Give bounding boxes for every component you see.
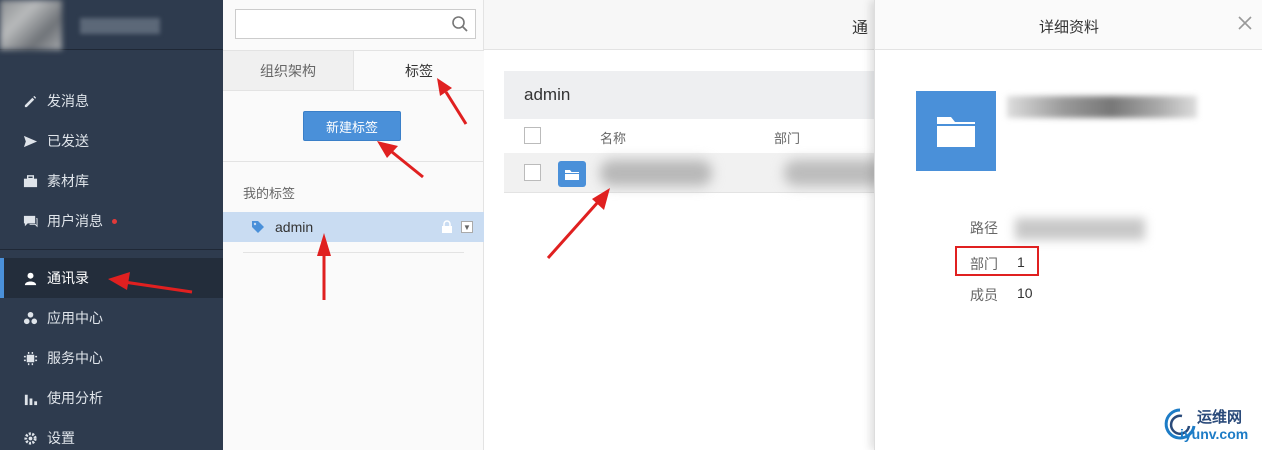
sidebar-divider (0, 249, 223, 250)
sidebar-item-label: 通讯录 (47, 270, 89, 286)
detail-panel: 详细资料 路径 部门 1 成员 10 (874, 0, 1262, 450)
members-label: 成员 (970, 287, 998, 303)
sidebar-item-label: 已发送 (47, 133, 89, 149)
chip-icon (22, 350, 38, 366)
briefcase-icon (22, 173, 38, 189)
close-icon[interactable] (1237, 15, 1253, 31)
select-all-checkbox[interactable] (524, 127, 541, 144)
brand-area (0, 0, 223, 50)
sidebar-item-label: 发消息 (47, 93, 89, 109)
tag-panel: 组织架构 标签 新建标签 我的标签 admin ▼ (223, 0, 484, 450)
main-content: 通 admin 名称 部门 (484, 0, 884, 450)
chat-icon (22, 213, 38, 229)
tag-panel-tabs: 组织架构 标签 (223, 50, 484, 91)
sidebar-item-label: 服务中心 (47, 350, 103, 366)
blurred-group-name (1007, 96, 1197, 118)
department-value: 1 (1017, 254, 1025, 270)
sidebar-item-settings[interactable]: 设置 (0, 418, 223, 450)
main-header: 通 (484, 0, 874, 50)
sidebar-item-materials[interactable]: 素材库 (0, 161, 223, 201)
sidebar-item-app-center[interactable]: 应用中心 (0, 298, 223, 338)
sidebar-item-label: 使用分析 (47, 390, 103, 406)
sidebar-item-label: 用户消息 (47, 213, 103, 229)
tab-org-structure[interactable]: 组织架构 (223, 51, 354, 90)
user-icon (22, 270, 38, 286)
sidebar-item-analytics[interactable]: 使用分析 (0, 378, 223, 418)
pencil-icon (22, 93, 38, 109)
detail-title: 详细资料 (1038, 19, 1099, 36)
tag-name: admin (275, 219, 314, 235)
divider (243, 252, 464, 253)
search-icon[interactable] (451, 15, 469, 33)
members-value: 10 (1017, 285, 1033, 301)
send-icon (22, 133, 38, 149)
sidebar-item-label: 设置 (47, 430, 75, 446)
watermark: 运维网 iyunv.com (1160, 402, 1260, 448)
blurred-name (600, 160, 712, 186)
tag-icon (252, 221, 264, 233)
blurred-logo (0, 0, 62, 50)
bar-chart-icon (22, 390, 38, 406)
page-title: 通 (852, 20, 869, 37)
table-row[interactable] (504, 153, 884, 193)
path-label: 路径 (970, 220, 998, 236)
blurred-path (1015, 218, 1145, 240)
table-header: 名称 部门 (504, 119, 874, 153)
unread-dot (112, 218, 117, 224)
search-input[interactable] (235, 9, 476, 39)
sidebar-item-label: 应用中心 (47, 310, 103, 326)
watermark-url: iyunv.com (1180, 426, 1249, 442)
tag-item-admin[interactable]: admin ▼ (223, 212, 484, 242)
gear-icon (22, 430, 38, 446)
column-department: 部门 (774, 131, 801, 146)
sidebar-item-send-message[interactable]: 发消息 (0, 81, 223, 121)
sidebar-item-label: 素材库 (47, 173, 89, 189)
watermark-text: 运维网 (1197, 409, 1243, 426)
tab-tags[interactable]: 标签 (354, 51, 484, 90)
sidebar-item-user-messages[interactable]: 用户消息 (0, 201, 223, 241)
department-label: 部门 (970, 256, 998, 272)
sidebar: 发消息 已发送 素材库 用户消息 通讯录 应用中心 服务中心 使用分析 设置 (0, 0, 223, 450)
sidebar-item-sent[interactable]: 已发送 (0, 121, 223, 161)
row-checkbox[interactable] (524, 164, 541, 181)
divider (223, 161, 484, 162)
blurred-department (784, 160, 884, 186)
detail-header: 详细资料 (875, 0, 1262, 50)
tag-dropdown-button[interactable]: ▼ (461, 221, 473, 233)
apps-icon (22, 310, 38, 326)
column-name: 名称 (600, 131, 627, 146)
my-tags-heading: 我的标签 (243, 186, 296, 201)
sidebar-item-service-center[interactable]: 服务中心 (0, 338, 223, 378)
sidebar-item-contacts[interactable]: 通讯录 (0, 258, 223, 298)
folder-icon-large (916, 91, 996, 171)
group-title: admin (504, 71, 874, 119)
new-tag-button[interactable]: 新建标签 (303, 111, 401, 141)
folder-icon (558, 161, 586, 187)
blurred-account-name (80, 18, 160, 34)
lock-icon (442, 220, 452, 233)
